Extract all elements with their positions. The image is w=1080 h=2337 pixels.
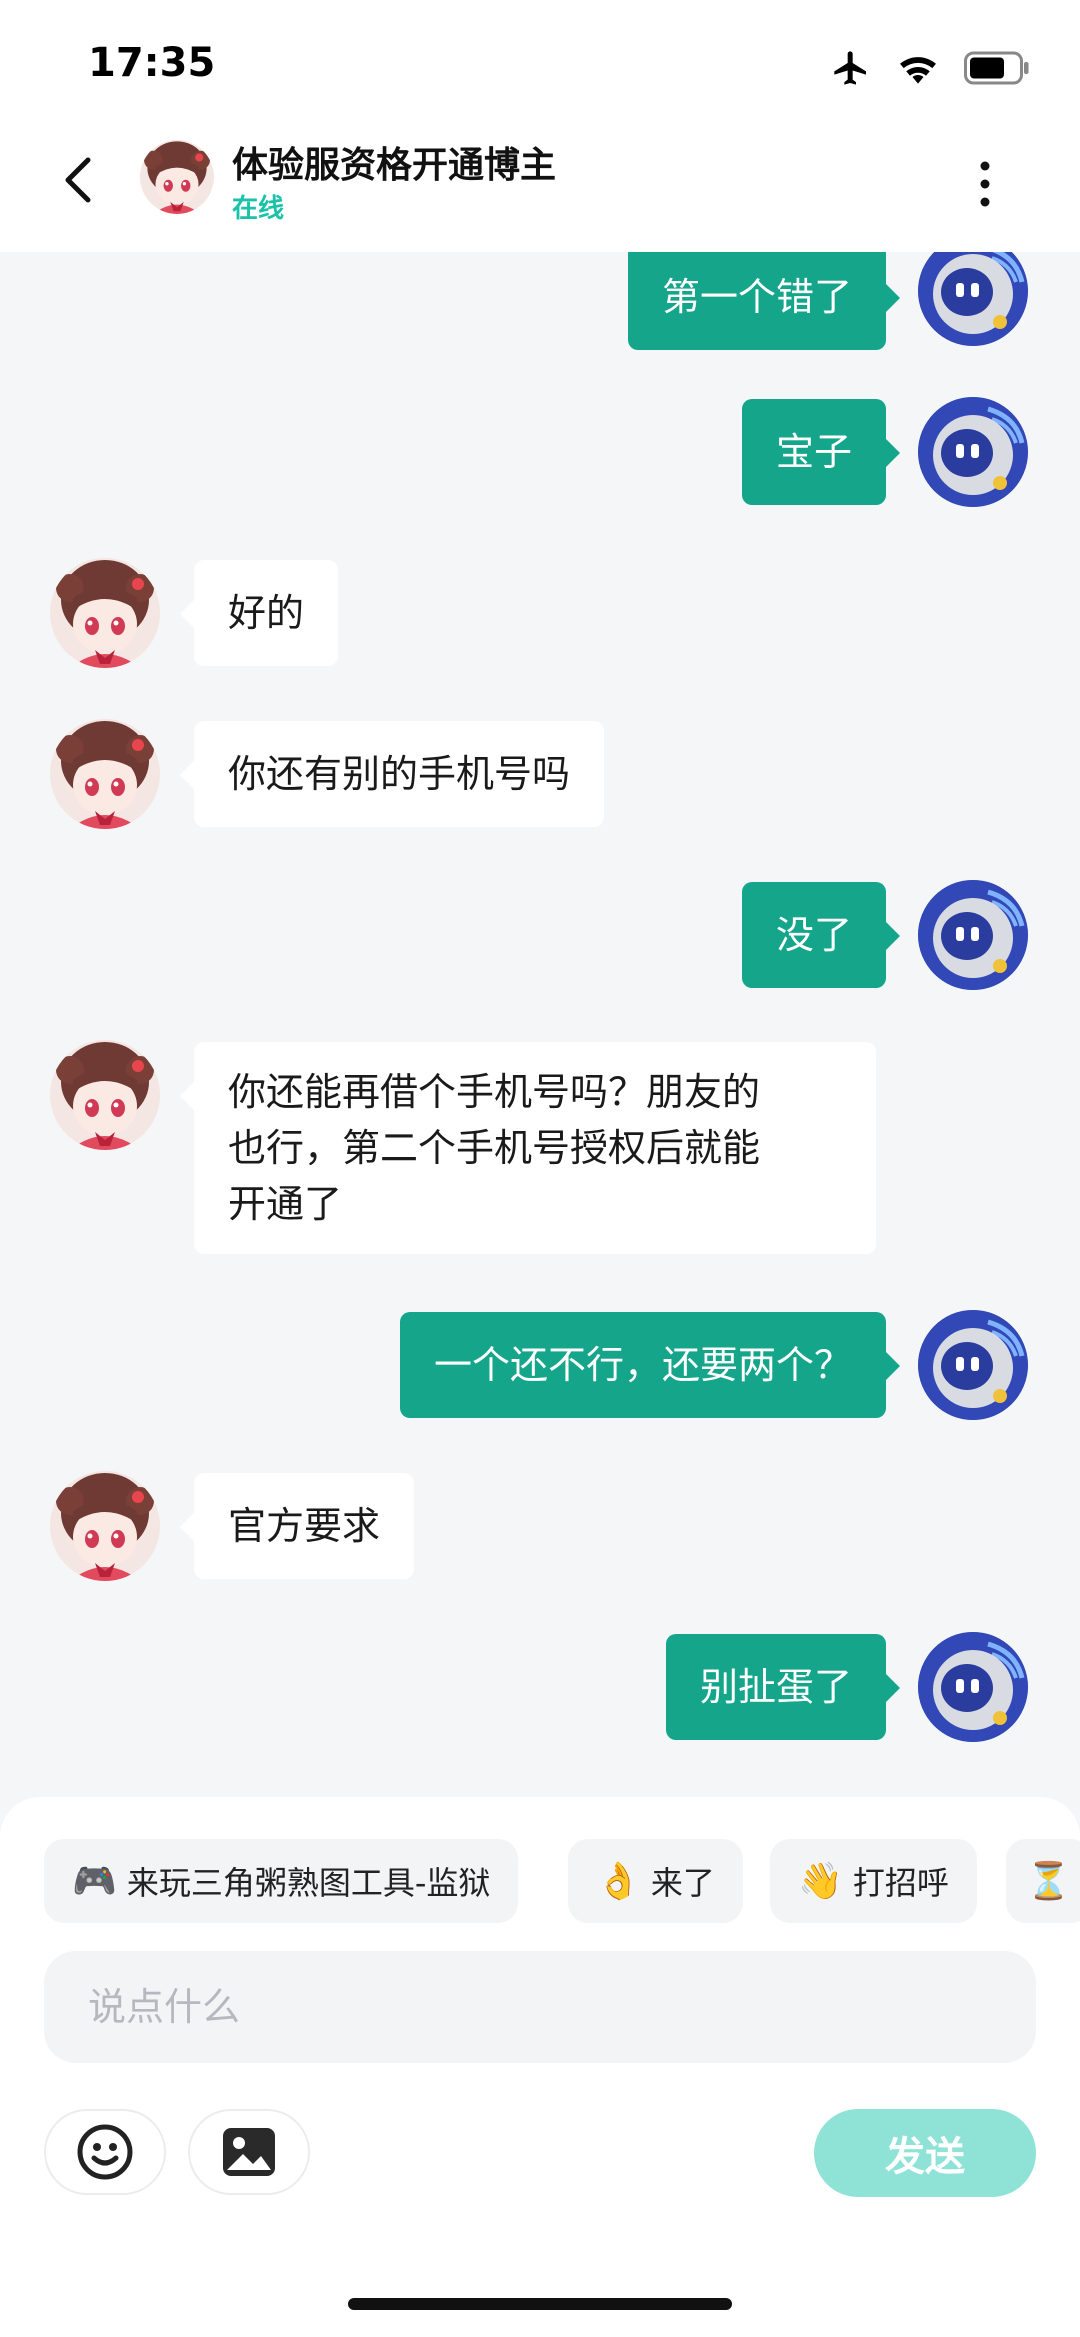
more-vertical-icon	[980, 161, 990, 207]
quick-reply-label: 来玩三角粥熟图工具-监狱	[126, 1864, 491, 1902]
message-input-box[interactable]	[44, 1951, 1036, 2063]
gamepad-icon: 🎮	[72, 1861, 117, 1902]
my-avatar[interactable]	[918, 397, 1028, 507]
image-icon	[223, 2128, 275, 2176]
my-avatar[interactable]	[918, 880, 1028, 990]
my-avatar[interactable]	[918, 1632, 1028, 1742]
battery-icon	[964, 51, 1029, 85]
more-options-button[interactable]	[960, 154, 1010, 214]
message-bubble-received[interactable]: 你还能再借个手机号吗？朋友的 也行，第二个手机号授权后就能 开通了	[180, 1042, 876, 1254]
quick-reply-chip[interactable]: ⏳	[1006, 1839, 1080, 1923]
message-bubble-sent[interactable]: 宝子	[741, 399, 901, 505]
airplane-mode-icon	[834, 51, 866, 85]
home-indicator[interactable]	[348, 2298, 732, 2310]
ok-hand-icon: 👌	[596, 1861, 641, 1902]
hourglass-icon: ⏳	[1026, 1861, 1071, 1902]
contact-avatar[interactable]	[50, 558, 160, 668]
emoji-icon	[77, 2124, 133, 2180]
message-bubble-sent[interactable]: 没了	[741, 882, 901, 988]
online-status: 在线	[232, 194, 285, 224]
wifi-icon	[900, 57, 936, 84]
quick-reply-label: 打招呼	[852, 1864, 949, 1902]
status-time: 17:35	[88, 40, 216, 86]
message-line: 也行，第二个手机号授权后就能	[228, 1126, 761, 1170]
image-button[interactable]	[188, 2109, 310, 2195]
quick-reply-bar[interactable]: 🎮 来玩三角粥熟图工具-监狱 👌 来了 👋 打招呼 ⏳	[44, 1839, 1080, 1923]
quick-reply-chip[interactable]: 👌 来了	[568, 1839, 743, 1923]
contact-avatar[interactable]	[50, 1471, 160, 1581]
message-bubble-sent[interactable]: 第一个错了	[627, 252, 901, 350]
quick-reply-label: 来了	[650, 1864, 715, 1902]
quick-reply-chip[interactable]: 👋 打招呼	[770, 1839, 977, 1923]
status-bar: 17:35	[0, 0, 1080, 135]
my-avatar[interactable]	[918, 252, 1028, 346]
message-line: 开通了	[228, 1182, 343, 1226]
quick-reply-chip[interactable]: 🎮 来玩三角粥熟图工具-监狱	[44, 1839, 519, 1923]
chat-header: 体验服资格开通博主 在线	[0, 120, 1080, 252]
contact-avatar[interactable]	[140, 140, 214, 214]
message-input[interactable]	[88, 1985, 992, 2029]
send-button[interactable]: 发送	[814, 2109, 1036, 2197]
contact-name: 体验服资格开通博主	[232, 145, 557, 186]
contact-avatar[interactable]	[50, 1040, 160, 1150]
message-bubble-received[interactable]: 你还有别的手机号吗	[179, 721, 605, 827]
message-bubble-received[interactable]: 好的	[179, 560, 339, 666]
chevron-left-icon	[65, 157, 91, 203]
emoji-button[interactable]	[44, 2109, 166, 2195]
message-line: 你还能再借个手机号吗？朋友的	[228, 1070, 761, 1114]
composer-panel: 🎮 来玩三角粥熟图工具-监狱 👌 来了 👋 打招呼 ⏳ 说点什么 发送	[0, 1797, 1080, 2337]
message-bubble-sent[interactable]: 别扯蛋了	[665, 1634, 901, 1740]
back-button[interactable]	[52, 150, 112, 210]
message-list[interactable]: 第一个错了 宝子 好的 你还有别的手机号吗 没了 你还能再借个手机号吗？朋友的 …	[0, 252, 1080, 1797]
contact-avatar[interactable]	[50, 719, 160, 829]
waving-hand-icon: 👋	[798, 1861, 843, 1902]
status-icons	[830, 48, 1030, 88]
message-bubble-sent[interactable]: 一个还不行，还要两个？	[399, 1312, 901, 1418]
message-bubble-received[interactable]: 官方要求	[179, 1473, 415, 1579]
my-avatar[interactable]	[918, 1310, 1028, 1420]
